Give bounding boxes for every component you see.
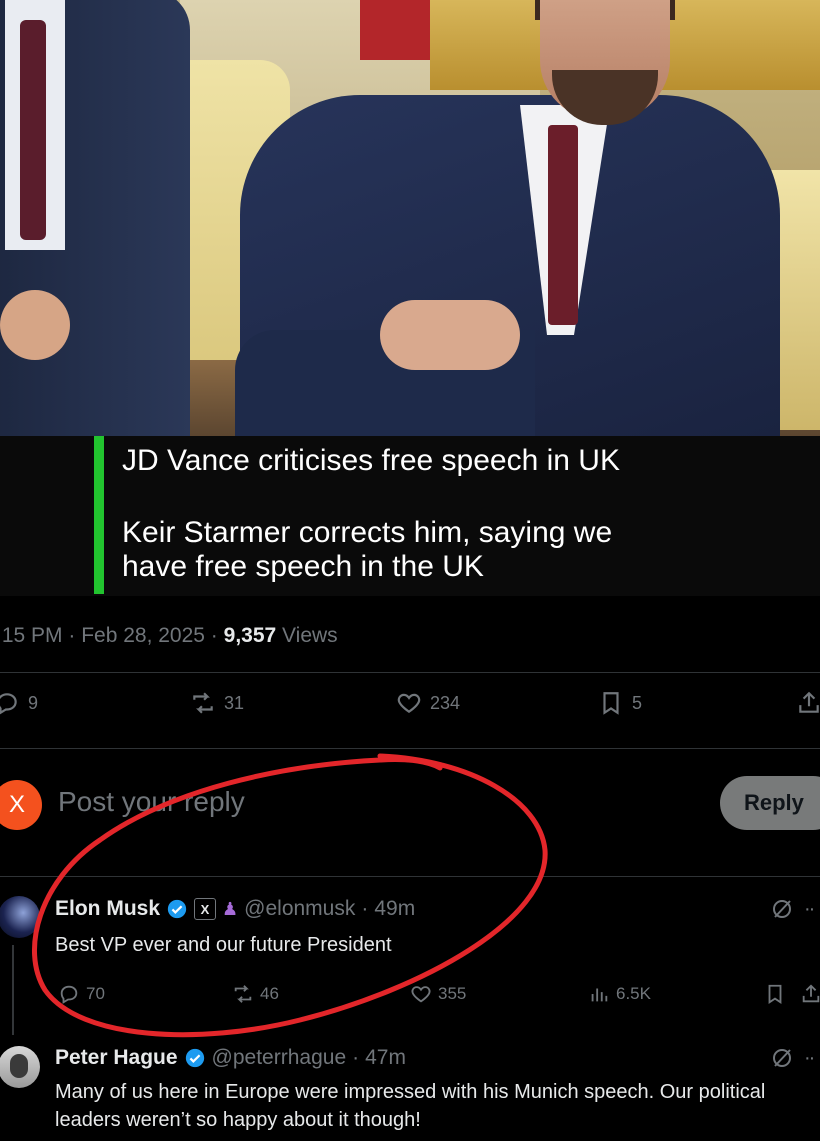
author-name[interactable]: Peter Hague [55,1046,178,1070]
divider [0,748,820,749]
reply-count: 70 [86,984,105,1003]
tweet-actions: 9 31 234 5 [0,690,820,740]
verified-badge-icon [185,1048,204,1068]
bookmark-count: 5 [632,692,643,713]
reply-action[interactable]: 70 [58,983,105,1005]
video-player[interactable] [0,0,820,596]
tweet-date[interactable]: Feb 28, 2025 [81,624,205,647]
reply-text: Many of us here in Europe were impressed… [55,1081,766,1131]
repost-action[interactable]: 46 [232,983,279,1005]
tweet-metadata: :15 PM · Feb 28, 2025 · 9,357 Views [0,624,338,648]
reply-time[interactable]: 47m [365,1046,406,1070]
caption-line: have free speech in the UK [122,550,484,583]
like-action[interactable]: 355 [410,983,466,1005]
more-options-icon[interactable]: ·· [804,1047,815,1070]
caption-accent-bar [94,436,104,594]
share-action[interactable] [800,983,820,1005]
more-options-icon[interactable]: ·· [804,898,815,921]
reply-icon [60,985,78,1004]
repost-icon [193,692,213,714]
reply-input[interactable]: Post your reply [58,786,245,818]
reply-header: Elon Musk X ♟ @elonmusk · 49m [55,897,415,921]
like-action[interactable]: 234 [396,690,460,716]
author-handle[interactable]: @peterrhague [212,1046,347,1070]
reply-icon [0,693,17,715]
reply-count: 9 [28,692,39,713]
reply-time[interactable]: 49m [374,897,415,921]
avatar[interactable] [0,1046,40,1088]
repost-count: 46 [260,984,279,1003]
user-avatar[interactable]: X [0,780,42,830]
bookmark-action[interactable] [764,983,786,1005]
tweet-time: :15 PM [0,624,63,647]
x-affiliate-badge: X [194,898,217,920]
grok-icon[interactable] [770,897,794,921]
bookmark-icon [603,692,619,715]
divider [0,876,820,877]
share-icon [799,691,819,713]
reply-button[interactable]: Reply [720,776,820,830]
affiliates-icon: ♟ [222,898,239,919]
bookmark-icon [768,984,782,1004]
share-icon [802,984,820,1003]
caption-headline: JD Vance criticises free speech in UK [122,444,620,477]
repost-action[interactable]: 31 [190,690,244,716]
views-count: 9,357 [223,624,277,647]
repost-icon [234,985,252,1003]
like-count: 355 [438,984,467,1003]
separator-dot: · [352,1046,360,1069]
verified-badge-icon [167,899,187,919]
repost-count: 31 [224,692,245,713]
reply-text: Best VP ever and our future President [55,934,392,956]
share-action[interactable] [796,690,820,716]
separator-dot: · [361,897,369,920]
views-label: Views [282,624,338,647]
views-action[interactable]: 6.5K [588,983,651,1005]
reply-actions: 70 46 355 6.5K [0,983,820,1011]
video-frame-image [0,0,820,436]
reply-action[interactable]: 9 [0,690,38,716]
bookmark-action[interactable]: 5 [598,690,642,716]
reply-header: Peter Hague @peterrhague · 47m [55,1046,406,1070]
avatar[interactable] [0,896,40,938]
views-bar-chart-icon [591,988,608,1002]
divider [0,672,820,673]
caption-line: Keir Starmer corrects him, saying we [122,516,613,549]
heart-icon [397,693,421,713]
author-name[interactable]: Elon Musk [55,897,160,921]
author-handle[interactable]: @elonmusk [244,897,355,921]
grok-icon[interactable] [770,1046,794,1070]
like-count: 234 [430,692,461,713]
heart-icon [411,986,431,1003]
views-count: 6.5K [616,984,651,1003]
